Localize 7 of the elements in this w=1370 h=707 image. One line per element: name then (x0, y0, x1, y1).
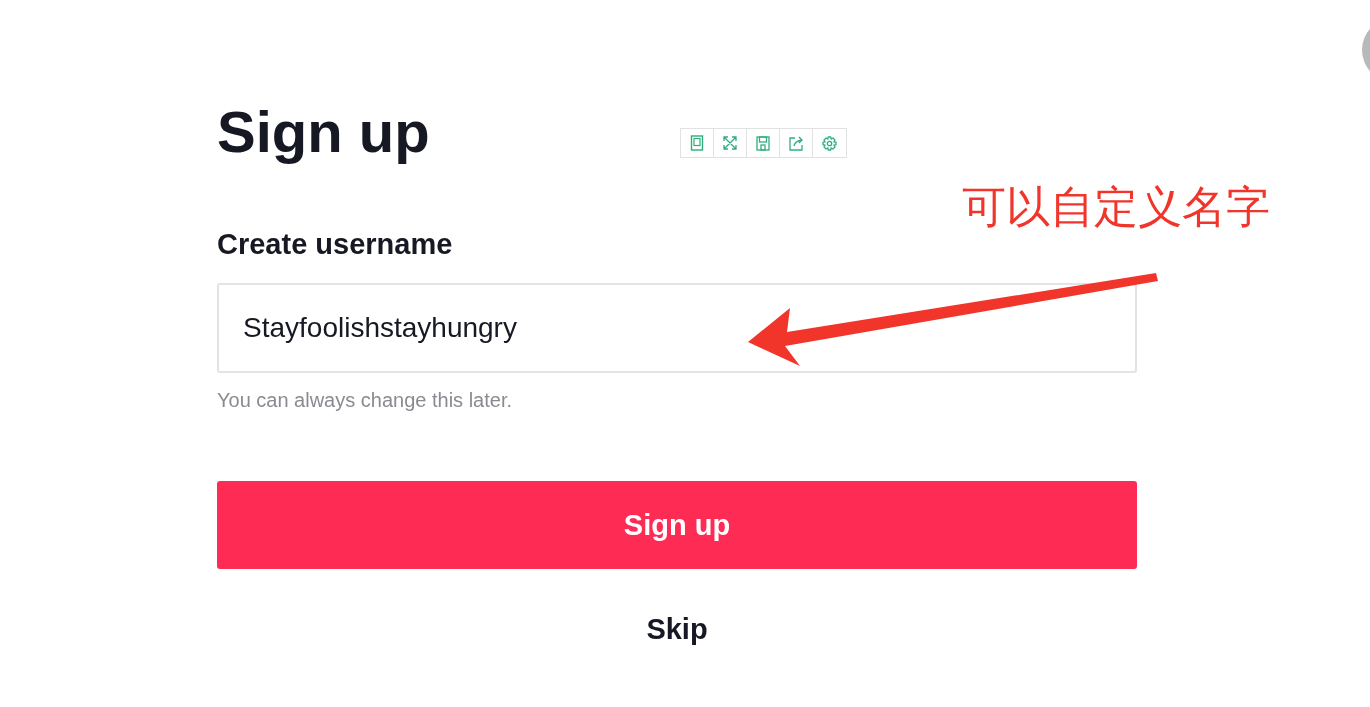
skip-link[interactable]: Skip (646, 613, 708, 646)
username-field[interactable]: Stayfoolishstayhungry (217, 283, 1137, 373)
page-title: Sign up (217, 98, 430, 166)
annotation-text: 可以自定义名字 (962, 181, 1270, 233)
field-label: Create username (217, 227, 454, 262)
sign-up-button[interactable]: Sign up (217, 481, 1137, 569)
helper-text: You can always change this later. (217, 388, 513, 413)
